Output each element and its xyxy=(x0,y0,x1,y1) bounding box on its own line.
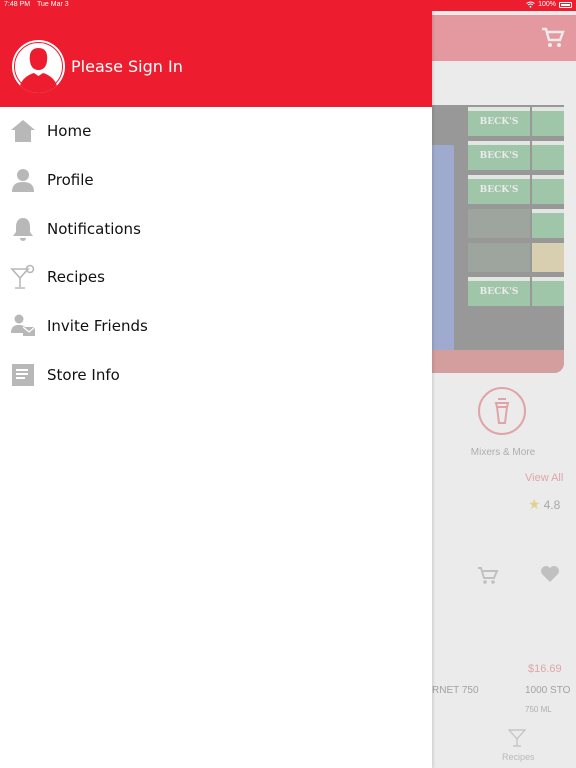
menu-label: Home xyxy=(47,122,92,141)
status-indicators: 100% xyxy=(526,1,572,8)
status-date: Tue Mar 3 xyxy=(37,1,69,8)
battery-icon xyxy=(559,1,572,8)
menu-label: Invite Friends xyxy=(47,317,148,336)
navigation-drawer: Please Sign In Home Profile Notification… xyxy=(0,0,432,768)
status-time: 7:48 PM xyxy=(4,1,31,8)
status-bar: 7:48 PM Tue Mar 3 100% xyxy=(0,0,576,11)
drawer-scrim-light xyxy=(432,11,576,768)
menu-label: Recipes xyxy=(47,268,105,287)
menu-label: Store Info xyxy=(47,365,120,384)
menu-item-profile[interactable]: Profile xyxy=(0,156,432,205)
drawer-menu: Home Profile Notifications Recipes Invit… xyxy=(0,107,432,399)
menu-label: Profile xyxy=(47,171,94,190)
home-icon xyxy=(10,118,36,144)
invite-icon xyxy=(10,313,36,339)
menu-item-recipes[interactable]: Recipes xyxy=(0,253,432,302)
person-icon xyxy=(10,167,36,193)
drawer-header: Please Sign In xyxy=(0,0,432,107)
user-silhouette-icon xyxy=(14,42,63,93)
document-icon xyxy=(10,362,36,388)
menu-item-home[interactable]: Home xyxy=(0,107,432,156)
cocktail-icon xyxy=(10,264,36,290)
menu-item-store-info[interactable]: Store Info xyxy=(0,350,432,399)
sign-in-prompt[interactable]: Please Sign In xyxy=(71,57,183,76)
menu-item-invite-friends[interactable]: Invite Friends xyxy=(0,302,432,351)
bell-icon xyxy=(10,216,36,242)
menu-label: Notifications xyxy=(47,219,141,238)
avatar[interactable] xyxy=(12,40,65,93)
wifi-icon xyxy=(526,1,535,8)
battery-percent: 100% xyxy=(538,1,556,8)
menu-item-notifications[interactable]: Notifications xyxy=(0,204,432,253)
